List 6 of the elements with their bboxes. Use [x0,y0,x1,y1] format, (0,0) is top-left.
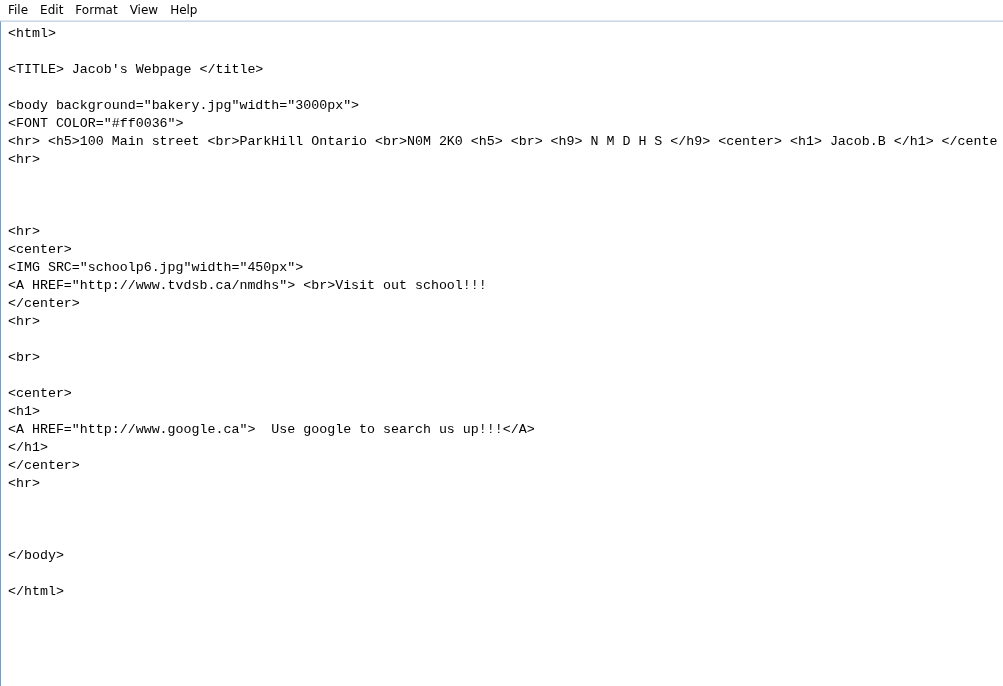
menu-item[interactable]: View [123,1,165,19]
menu-item[interactable]: Format [69,1,124,19]
text-editor[interactable]: <html> <TITLE> Jacob's Webpage </title> <body background="bakery.jpg"width="3000px"> <FONT COLOR="#ff0036"> <hr> <h5>100 Main street <br>ParkHill Ontario <br>N0M 2K0 <h5> <br> <h9> N M D H S </h9> <center> <h1> Jacob.B </h1> </cente <hr> <hr> <center> <IMG SRC="schoolp6.jpg"width="450px"> <A HREF="http://www.tvdsb.ca/nmdhs"> <br>Visit out school!!! </center> <hr> <br> <center> <h1> <A HREF="http://www.google.ca"> Use google to search us up!!!</A> </h1> </center> <hr> </body> </html> [8,25,998,601]
menu-item[interactable]: Edit [34,1,70,19]
menu-item[interactable]: File [2,1,35,19]
menu-item[interactable]: Help [164,1,204,19]
